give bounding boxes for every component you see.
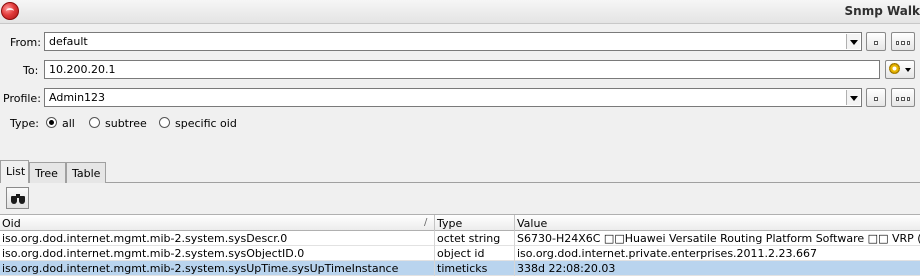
to-label: To: [23,64,39,77]
more-icon [896,97,910,101]
cell-value: 338d 22:08:20.03 [517,262,616,275]
table-row[interactable]: iso.org.dod.internet.mgmt.mib-2.system.s… [0,231,920,246]
profile-label: Profile: [3,92,41,105]
profile-value: Admin123 [49,91,106,104]
find-button[interactable] [6,187,29,209]
cell-type: timeticks [435,261,515,276]
type-subtree-label[interactable]: subtree [105,117,147,130]
cell-value: iso.org.dod.internet.private.enterprises… [517,247,818,260]
cell-oid: iso.org.dod.internet.mgmt.mib-2.system.s… [0,246,435,261]
from-value: default [49,35,88,48]
title-bar: Snmp Walk [0,0,920,24]
results-table: Oid / Type Value iso.org.dod.internet.mg… [0,214,920,277]
type-label: Type: [10,117,39,130]
edit-icon [874,96,878,101]
from-browse-button[interactable] [891,32,915,51]
binoculars-icon [11,193,25,204]
more-icon [896,41,910,45]
tab-list[interactable]: List [0,160,29,183]
column-header-oid[interactable]: Oid [0,215,435,231]
to-input[interactable]: 10.200.20.1 [44,60,880,79]
cell-value: S6730-H24X6C □□Huawei Versatile Routing … [517,232,920,245]
from-label: From: [10,36,41,49]
gear-icon [889,63,900,74]
type-specific-oid-radio[interactable] [159,117,170,128]
column-header-value[interactable]: Value [515,215,920,231]
app-icon [1,2,19,20]
to-value: 10.200.20.1 [49,63,116,76]
type-subtree-radio[interactable] [89,117,100,128]
window-title: Snmp Walk [844,4,920,18]
type-specific-oid-label[interactable]: specific oid [175,117,237,130]
from-select[interactable]: default [44,32,862,51]
tab-strip-border [0,182,920,183]
cell-type: object id [435,246,515,261]
table-header: Oid / Type Value [0,214,920,231]
tab-tree[interactable]: Tree [29,162,66,183]
column-header-type[interactable]: Type [435,215,515,231]
type-all-radio[interactable] [46,117,57,128]
from-edit-button[interactable] [866,32,886,51]
chevron-down-icon[interactable] [846,90,860,105]
chevron-down-icon [905,68,911,72]
type-all-label[interactable]: all [62,117,75,130]
edit-icon [874,40,878,45]
cell-type: octet string [435,231,515,246]
sort-indicator: / [424,217,428,228]
profile-browse-button[interactable] [891,88,915,107]
to-options-button[interactable] [885,60,915,79]
cell-oid: iso.org.dod.internet.mgmt.mib-2.system.s… [0,261,435,276]
table-row-selected[interactable]: iso.org.dod.internet.mgmt.mib-2.system.s… [0,261,920,276]
table-row[interactable]: iso.org.dod.internet.mgmt.mib-2.system.s… [0,246,920,261]
cell-oid: iso.org.dod.internet.mgmt.mib-2.system.s… [0,231,435,246]
chevron-down-icon[interactable] [846,34,860,49]
profile-edit-button[interactable] [866,88,886,107]
tab-table[interactable]: Table [66,162,106,183]
profile-select[interactable]: Admin123 [44,88,862,107]
